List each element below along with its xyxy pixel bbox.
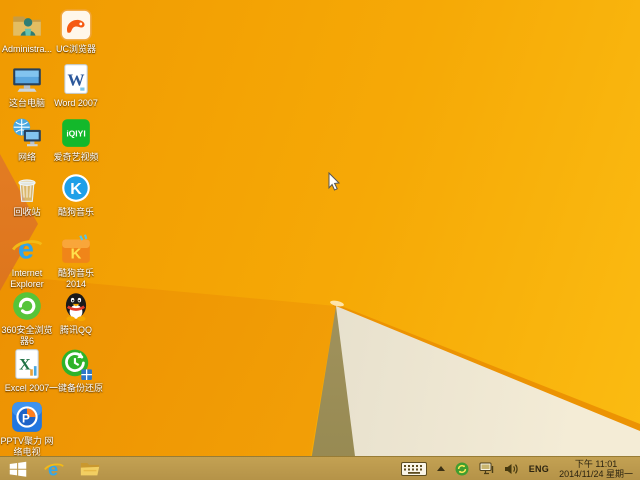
volume-tray-icon[interactable] <box>499 457 523 480</box>
desktop-icon-label: Excel 2007 <box>0 383 55 394</box>
desktop-icon-recycle-bin[interactable]: 回收站 <box>0 171 55 218</box>
touch-keyboard-icon[interactable] <box>396 457 432 480</box>
desktop-icon-label: 360安全浏览 器6 <box>0 325 55 347</box>
mouse-cursor-icon <box>328 172 341 191</box>
start-button[interactable] <box>0 457 36 480</box>
desktop-icon-grid: Administra...UC浏览器这台电脑 W Word 2007 网络 iQIYI 爱… <box>0 0 120 456</box>
windows-desktop: Administra...UC浏览器这台电脑 W Word 2007 网络 iQIYI 爱… <box>0 0 640 480</box>
kugou-music-icon: K <box>59 171 93 205</box>
desktop-icon-label: 回收站 <box>0 207 55 218</box>
svg-text:K: K <box>70 181 82 198</box>
360-security-tray-icon[interactable] <box>450 457 474 480</box>
desktop-icon-360-safe-browser-6[interactable]: 360安全浏览 器6 <box>0 289 55 347</box>
desktop-icon-label: PPTV聚力 网 络电视 <box>0 436 55 458</box>
network-tray-icon[interactable] <box>474 457 499 480</box>
pptv-network-tv-icon: P <box>10 400 44 434</box>
svg-text:P: P <box>22 412 30 425</box>
clock-date: 2014/11/24 星期一 <box>559 469 633 479</box>
language-indicator[interactable]: ENG <box>523 464 555 474</box>
desktop-icon-onekey-backup-restore[interactable]: 一键备份还原 <box>48 347 104 394</box>
desktop-icon-label: UC浏览器 <box>48 44 104 55</box>
taskbar-buttons: e <box>0 457 108 480</box>
desktop-icon-iqiyi-video[interactable]: iQIYI 爱奇艺视频 <box>48 116 104 163</box>
show-hidden-icons-icon[interactable] <box>432 457 450 480</box>
360-safe-browser-6-icon <box>10 289 44 323</box>
tencent-qq-icon <box>59 289 93 323</box>
desktop-icon-label: 腾讯QQ <box>48 325 104 336</box>
desktop-icon-label: Word 2007 <box>48 98 104 109</box>
excel-2007-icon: X <box>10 347 44 381</box>
uc-browser-icon <box>59 8 93 42</box>
clock-time: 下午 11:01 <box>559 459 633 469</box>
desktop-icon-administrator-folder[interactable]: Administra... <box>0 8 55 55</box>
caret-up-icon <box>437 466 445 471</box>
desktop-icon-label: 一键备份还原 <box>48 383 104 394</box>
administrator-folder-icon <box>10 8 44 42</box>
desktop-icon-word-2007[interactable]: W Word 2007 <box>48 62 104 109</box>
desktop-icon-label: Administra... <box>0 44 55 55</box>
desktop-icon-label: Internet Explorer <box>0 268 55 290</box>
network-icon <box>10 116 44 150</box>
explorer-icon <box>79 458 101 480</box>
desktop-icon-label: 这台电脑 <box>0 98 55 109</box>
this-pc-icon <box>10 62 44 96</box>
recycle-bin-icon <box>10 171 44 205</box>
svg-text:K: K <box>71 247 82 263</box>
svg-text:X: X <box>19 356 31 373</box>
desktop-icon-network[interactable]: 网络 <box>0 116 55 163</box>
word-2007-icon: W <box>59 62 93 96</box>
desktop-icon-label: 酷狗音乐 2014 <box>48 268 104 290</box>
desktop-icon-kugou-music[interactable]: K 酷狗音乐 <box>48 171 104 218</box>
taskbar-clock[interactable]: 下午 11:01 2014/11/24 星期一 <box>555 459 637 479</box>
desktop-icon-label: 爱奇艺视频 <box>48 152 104 163</box>
onekey-backup-restore-icon <box>59 347 93 381</box>
taskbar: e <box>0 456 640 480</box>
svg-text:iQIYI: iQIYI <box>66 129 85 139</box>
kugou-music-2014-icon: K <box>59 232 93 266</box>
system-tray: ENG 下午 11:01 2014/11/24 星期一 <box>396 457 640 480</box>
desktop-icon-kugou-music-2014[interactable]: K 酷狗音乐 2014 <box>48 232 104 290</box>
taskbar-file-explorer[interactable] <box>72 457 108 480</box>
desktop-icon-label: 酷狗音乐 <box>48 207 104 218</box>
taskbar-internet-explorer[interactable]: e <box>36 457 72 480</box>
ie-icon: e <box>43 458 65 480</box>
desktop-icon-tencent-qq[interactable]: 腾讯QQ <box>48 289 104 336</box>
start-icon <box>7 458 29 480</box>
desktop-icon-uc-browser[interactable]: UC浏览器 <box>48 8 104 55</box>
desktop-icon-label: 网络 <box>0 152 55 163</box>
desktop-icon-this-pc[interactable]: 这台电脑 <box>0 62 55 109</box>
desktop-icon-internet-explorer[interactable]: eInternet Explorer <box>0 232 55 290</box>
internet-explorer-icon: e <box>10 232 44 266</box>
desktop-icon-excel-2007[interactable]: X Excel 2007 <box>0 347 55 394</box>
svg-text:W: W <box>68 70 85 89</box>
desktop-icon-pptv-network-tv[interactable]: P PPTV聚力 网 络电视 <box>0 400 55 458</box>
iqiyi-video-icon: iQIYI <box>59 116 93 150</box>
svg-text:e: e <box>18 234 34 266</box>
svg-text:e: e <box>48 458 58 479</box>
